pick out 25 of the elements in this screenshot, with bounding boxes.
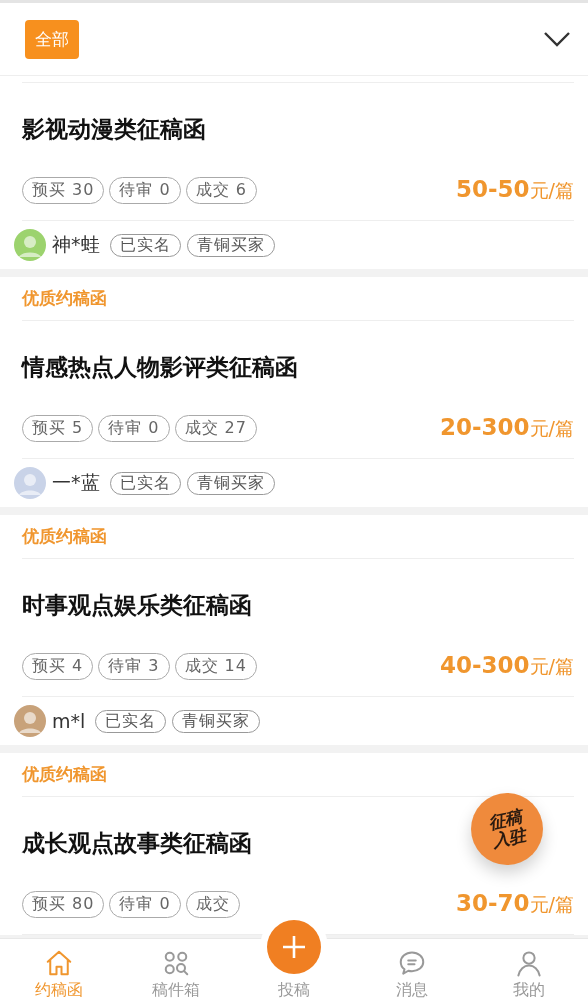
nav-tab[interactable]: 约稿函 <box>0 939 118 1007</box>
card-title: 时事观点娱乐类征稿函 <box>22 590 252 620</box>
plus-icon <box>281 934 307 960</box>
nav-tab[interactable]: 消息 <box>352 939 471 1007</box>
user-name: 神*蛙 <box>52 232 100 257</box>
price: 50-50元/篇 <box>456 176 574 204</box>
card-tag: 优质约稿函 <box>22 277 574 321</box>
card-title: 影视动漫类征稿函 <box>22 114 206 144</box>
avatar <box>14 467 46 499</box>
price: 20-300元/篇 <box>440 414 574 442</box>
nav-tab[interactable]: 我的 <box>470 939 588 1007</box>
user-name: 一*蓝 <box>52 470 100 495</box>
filter-chip[interactable]: 全部 <box>25 19 79 59</box>
avatar <box>14 705 46 737</box>
chevron-down-icon[interactable] <box>544 31 570 47</box>
avatar <box>14 229 46 261</box>
floating-action-badge[interactable]: 征稿入驻 <box>471 793 543 865</box>
nav-tab[interactable]: 稿件箱 <box>117 939 236 1007</box>
card-title: 成长观点故事类征稿函 <box>22 828 252 858</box>
price: 30-70元/篇 <box>456 890 574 918</box>
price: 40-300元/篇 <box>440 652 574 680</box>
card-tag: 优质约稿函 <box>22 515 574 559</box>
nav-tab[interactable]: 投稿 <box>278 980 310 1001</box>
card-title: 情感热点人物影评类征稿函 <box>22 352 298 382</box>
user-name: m*l <box>52 710 86 732</box>
